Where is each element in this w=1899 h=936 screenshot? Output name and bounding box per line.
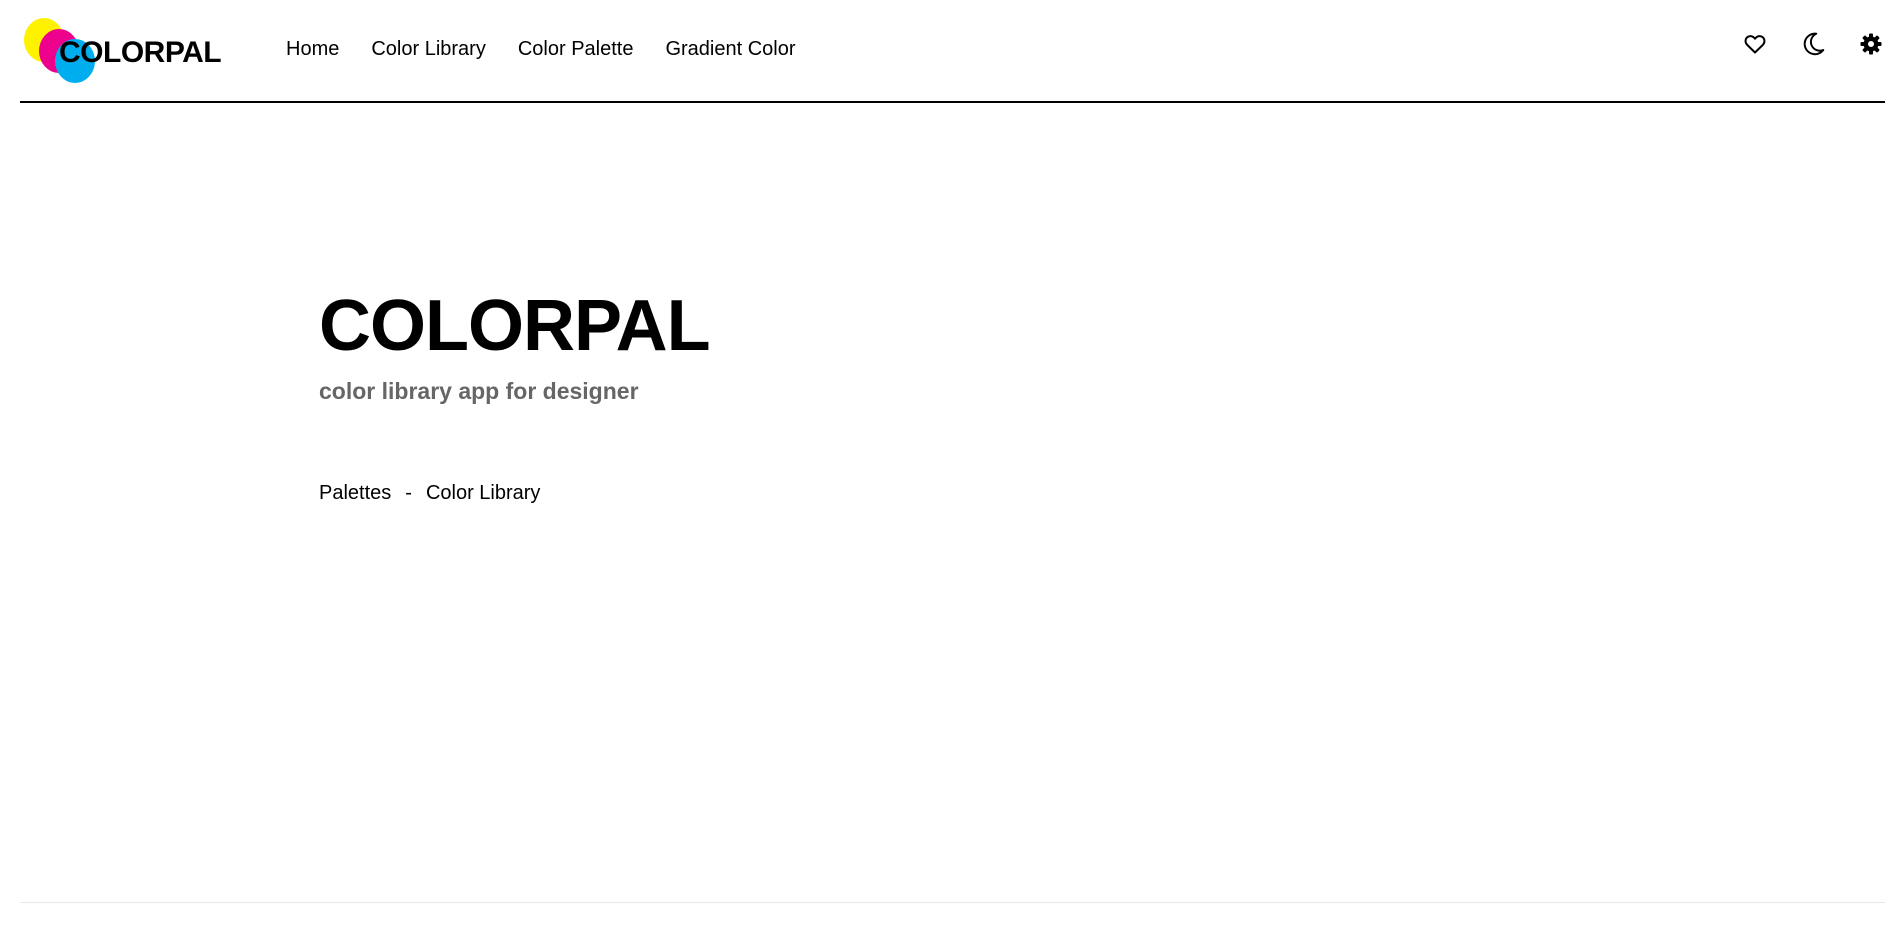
link-separator: -	[405, 482, 412, 504]
moon-icon	[1803, 32, 1825, 56]
settings-button[interactable]	[1857, 30, 1885, 58]
dark-mode-toggle[interactable]	[1799, 30, 1827, 58]
nav-color-palette[interactable]: Color Palette	[518, 38, 634, 61]
main-nav: Home Color Library Color Palette Gradien…	[286, 38, 796, 61]
footer-divider	[20, 902, 1885, 903]
logo[interactable]: COLORPAL	[24, 16, 224, 83]
nav-color-library[interactable]: Color Library	[371, 38, 485, 61]
favorites-button[interactable]	[1741, 30, 1769, 58]
hero-section: COLORPAL color library app for designer	[319, 286, 711, 405]
hero-links: Palettes - Color Library	[319, 482, 540, 505]
color-library-link[interactable]: Color Library	[426, 482, 540, 505]
hero-subtitle: color library app for designer	[319, 378, 639, 404]
hero-title: COLORPAL	[319, 286, 711, 366]
header-actions	[1741, 30, 1885, 58]
logo-text: COLORPAL	[59, 36, 222, 69]
nav-home[interactable]: Home	[286, 38, 339, 61]
nav-gradient-color[interactable]: Gradient Color	[665, 38, 795, 61]
palettes-link[interactable]: Palettes	[319, 482, 391, 505]
gear-icon	[1860, 33, 1882, 55]
heart-icon	[1744, 35, 1766, 54]
site-header: COLORPAL Home Color Library Color Palett…	[20, 0, 1885, 103]
